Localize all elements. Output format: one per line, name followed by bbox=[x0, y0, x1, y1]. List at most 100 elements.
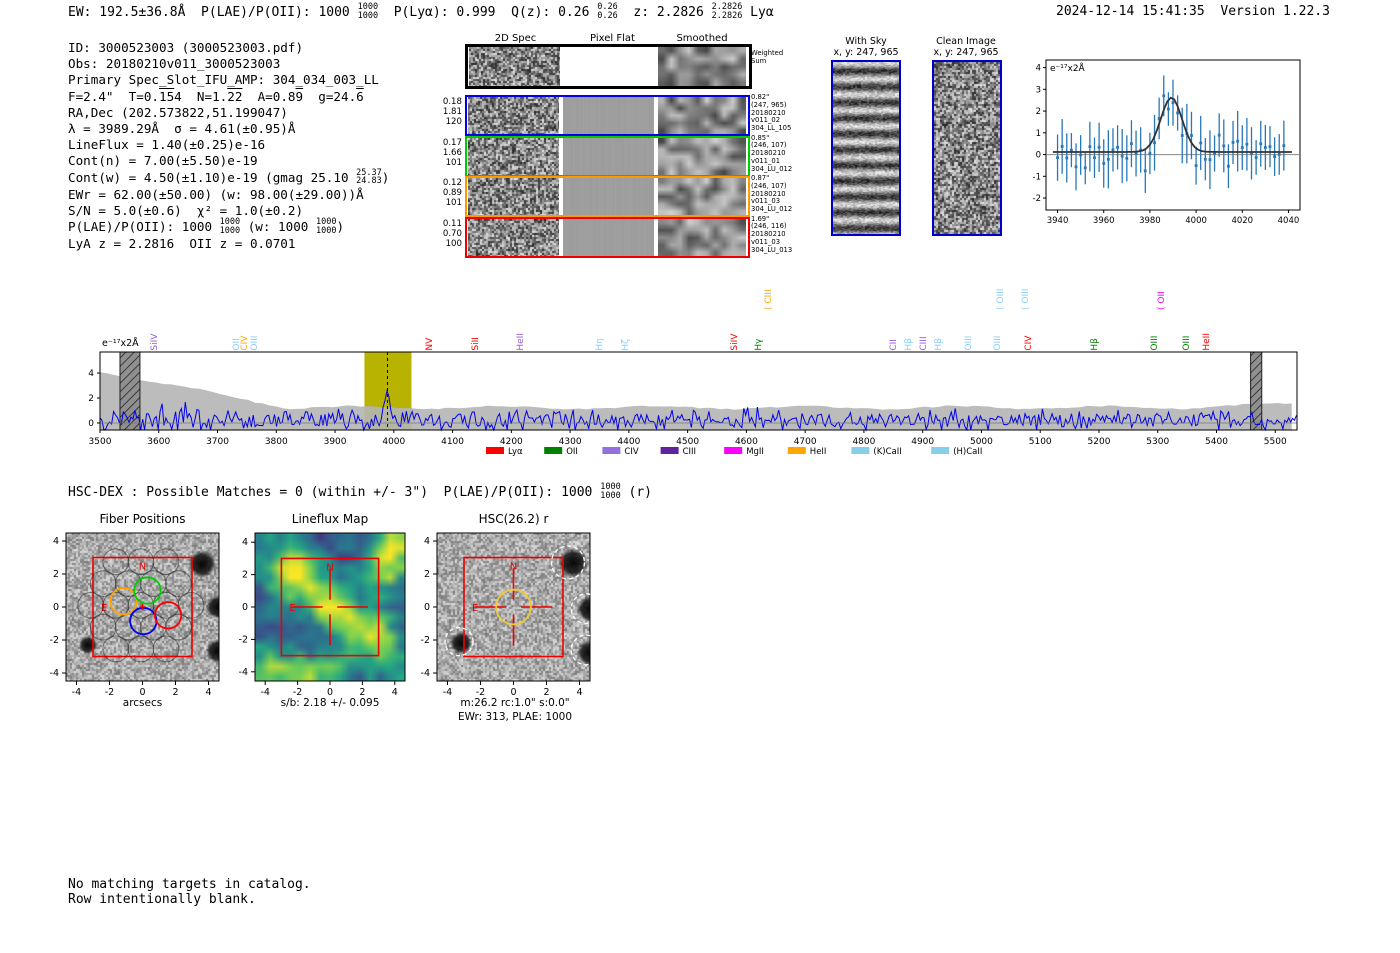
panel-ytick: -2 bbox=[421, 635, 430, 646]
spectrum-ytick: 4 bbox=[88, 369, 94, 379]
inset-ytick: 2 bbox=[1036, 107, 1041, 117]
fiber-row-3-right-labels: 1.69" (246, 116) 20180210 v011_03 304_LU_013 bbox=[751, 215, 793, 255]
weighted-sum-label: Weighted Sum bbox=[751, 49, 784, 65]
withsky-title-text: With Sky bbox=[845, 36, 887, 47]
info-line-11-text: (w: 1000 bbox=[240, 219, 316, 235]
col-title-2dspec: 2D Spec bbox=[494, 33, 537, 44]
legend-swatch-CIV bbox=[602, 447, 621, 454]
hsc-line-lo: 1000 bbox=[600, 490, 621, 501]
panel-ytick: 0 bbox=[242, 602, 248, 613]
spectrum-xtick: 4900 bbox=[911, 437, 934, 447]
fiber-row-2-stat: 0.12 bbox=[442, 178, 462, 188]
legend-label: HeII bbox=[810, 447, 827, 457]
spectrum-units-annotation: e⁻¹⁷x2Å bbox=[102, 337, 139, 349]
info-line-2: Primary Spec_Slot_IFU_AMP: 304_034_003_L… bbox=[68, 72, 389, 88]
legend-label: Lyα bbox=[508, 447, 523, 457]
panel-ytick: -4 bbox=[421, 668, 430, 679]
legend-label: MgII bbox=[746, 447, 764, 457]
fiber-row-2-left-labels: 0.12 0.89 101 bbox=[436, 178, 462, 208]
info-line-3-text: 15 bbox=[159, 88, 175, 104]
fiber-row-2 bbox=[465, 176, 750, 217]
panel-ytick: -2 bbox=[50, 635, 59, 646]
hsc-dex-match-line: HSC-DEX : Possible Matches = 0 (within +… bbox=[68, 483, 652, 501]
fiber-positions-title: Fiber Positions bbox=[99, 512, 186, 526]
fiber-row-3 bbox=[465, 216, 750, 258]
info-line-1: Obs: 20180210v011_3000523003 bbox=[68, 56, 389, 72]
spectrum-ytick: 0 bbox=[88, 419, 94, 429]
footer-note-1: No matching targets in catalog. bbox=[68, 877, 311, 892]
fiber-row-1-pixelflat-image bbox=[563, 137, 654, 175]
inset-xtick: 3960 bbox=[1093, 216, 1115, 226]
info-line-11-lo: 1000 bbox=[315, 225, 337, 236]
legend-swatch-CIII bbox=[660, 447, 679, 454]
panel-ytick: 0 bbox=[53, 602, 59, 613]
fiber-row-2-2dspec-image bbox=[468, 178, 559, 215]
info-line-8-text: ) bbox=[381, 169, 390, 185]
spectrum-xtick: 4400 bbox=[617, 437, 640, 447]
info-line-11-hilo: 1000 1000 bbox=[220, 218, 240, 235]
info-line-3: F=2.4" T=0.154 N=1.22 A=0.89 g=24.6 bbox=[68, 89, 389, 105]
spectrum-xtick: 5100 bbox=[1029, 437, 1052, 447]
fiber-row-0-stat: 0.18 bbox=[442, 97, 462, 107]
spectrum-xtick: 4300 bbox=[559, 437, 582, 447]
withsky-title: With Sky x, y: 247, 965 bbox=[820, 36, 912, 58]
detection-info-block: ID: 3000523003 (3000523003.pdf) Obs: 2018… bbox=[68, 40, 389, 252]
catalog-source-circle bbox=[570, 593, 602, 625]
withsky-coords: x, y: 247, 965 bbox=[833, 47, 899, 58]
fiber-row-2-stat: 0.89 bbox=[442, 188, 462, 198]
compass-north: N bbox=[139, 562, 146, 573]
spectrum-xtick: 4200 bbox=[500, 437, 523, 447]
inset-units-annotation: e⁻¹⁷x2Å bbox=[1050, 62, 1086, 74]
emission-label-CIII: ( CIII bbox=[764, 289, 774, 310]
legend-swatch-OII bbox=[544, 447, 563, 454]
panel-ytick: -4 bbox=[239, 667, 248, 678]
spectrum-xtick: 4000 bbox=[382, 437, 405, 447]
legend-label: CIV bbox=[624, 447, 638, 457]
info-line-9-text: EWr = 62.00(±50.00) (w: 98.00(±29.00))Å bbox=[68, 186, 364, 202]
fiber-row-3-stat: 100 bbox=[445, 238, 462, 249]
fiber-row-3-meta: 304_LU_013 bbox=[751, 245, 793, 254]
catalog-source-circle bbox=[570, 634, 602, 666]
fiber-row-0-stat: 120 bbox=[445, 117, 462, 127]
fiber-row-2-pixelflat-image bbox=[563, 178, 654, 215]
panel-ytick: 2 bbox=[53, 569, 59, 580]
panel-ytick: 2 bbox=[424, 569, 430, 580]
info-line-2-text: Primary Spec_Slot_IFU_AMP: 304_034_003_L… bbox=[68, 72, 379, 88]
fiber-row-2-meta: 304_LU_012 bbox=[751, 205, 793, 214]
fiber-row-1-right-labels: 0.85" (246, 107) 20180210 v011_01 304_LU_012 bbox=[751, 134, 792, 174]
info-line-12-text: LyA z = 2.2816 OII z = 0.0701 bbox=[68, 236, 296, 252]
fiber-row-2-right-labels: 0.87" (246, 107) 20180210 v011_03 304_LU_012 bbox=[751, 174, 793, 214]
emission-label-OIII: ( OIII bbox=[1021, 288, 1032, 310]
header-hilo: 2.2826 2.2826 bbox=[712, 3, 743, 20]
info-line-7-text: Cont(n) = 7.00(±5.50)e-19 bbox=[68, 153, 258, 169]
cleanimage-coords: x, y: 247, 965 bbox=[933, 47, 999, 58]
header-text: z: 2.2826 bbox=[617, 5, 712, 20]
legend-label: (H)CaII bbox=[953, 447, 982, 457]
elixer-report-page: EW: 192.5±36.8Å P(LAE)/P(OII): 1000 1000… bbox=[0, 0, 1400, 953]
info-line-5: λ = 3989.29Å σ = 4.61(±0.95)Å bbox=[68, 121, 389, 137]
fiber-row-0-meta: 304_LL_105 bbox=[751, 124, 792, 133]
header-text: EW: 192.5±36.8Å P(LAE)/P(OII): 1000 bbox=[68, 5, 358, 20]
spectrum-xtick: 3700 bbox=[206, 437, 229, 447]
panel-ytick: 0 bbox=[424, 602, 430, 613]
selected-fiber-circle bbox=[133, 576, 162, 605]
header-summary-line: EW: 192.5±36.8Å P(LAE)/P(OII): 1000 1000… bbox=[68, 3, 774, 21]
cleanimage-title: Clean Image x, y: 247, 965 bbox=[920, 36, 1012, 58]
inset-xtick: 4020 bbox=[1231, 216, 1253, 226]
fiber-row-0-left-labels: 0.18 1.81 120 bbox=[436, 97, 462, 127]
header-text: Lyα bbox=[742, 5, 774, 20]
fiber-row-2-stat: 101 bbox=[445, 198, 462, 208]
header-timestamp-version: 2024-12-14 15:41:35 Version 1.22.3 bbox=[1056, 4, 1330, 19]
info-line-3-text: 4 N=1. bbox=[174, 88, 228, 104]
legend-swatch-HeII bbox=[787, 447, 806, 454]
footer-note-2: Row intentionally blank. bbox=[68, 892, 256, 907]
fiber-positions-xlabel: arcsecs bbox=[122, 697, 163, 709]
info-line-3-text: A=0.8 bbox=[242, 88, 296, 104]
weighted-sum-smoothed-image bbox=[658, 47, 746, 86]
fiber-row-0 bbox=[465, 95, 750, 136]
info-line-8-hilo: 25.37 24.83 bbox=[356, 169, 382, 186]
inset-ytick: 4 bbox=[1036, 64, 1041, 74]
header-text: P(Lyα): 0.999 Q(z): 0.26 bbox=[378, 5, 598, 20]
fiber-row-1 bbox=[465, 135, 750, 177]
info-line-12: LyA z = 2.2816 OII z = 0.0701 bbox=[68, 236, 389, 252]
